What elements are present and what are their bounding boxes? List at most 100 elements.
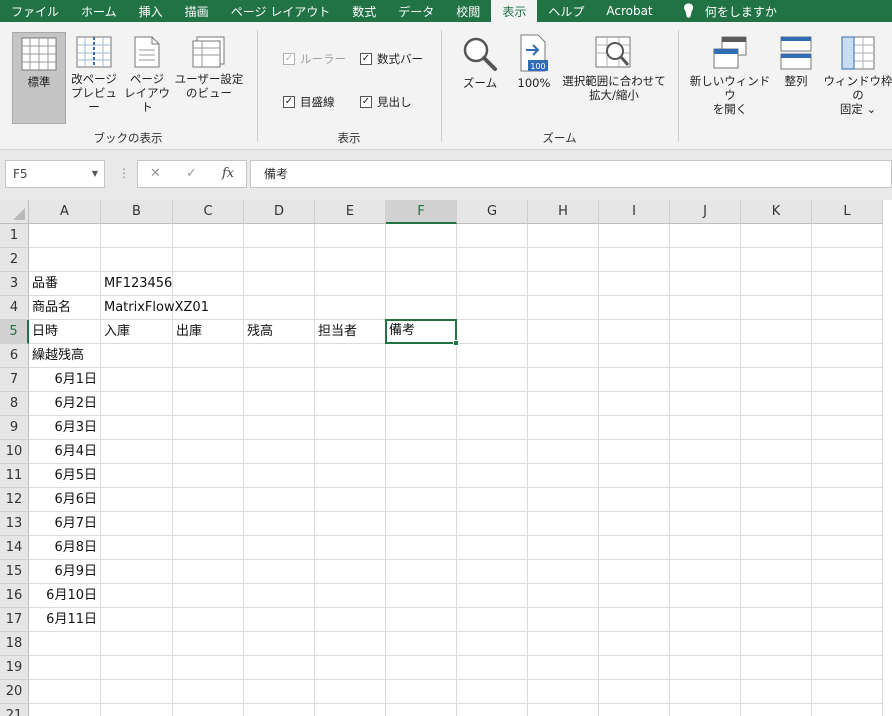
tab-3[interactable]: 描画 <box>174 0 220 22</box>
cell-G19[interactable] <box>457 656 528 680</box>
cell-G3[interactable] <box>457 272 528 296</box>
cell-G11[interactable] <box>457 464 528 488</box>
cell-F1[interactable] <box>386 224 457 248</box>
column-header-C[interactable]: C <box>173 200 244 224</box>
cell-B16[interactable] <box>101 584 173 608</box>
cell-L3[interactable] <box>812 272 883 296</box>
cell-K13[interactable] <box>741 512 812 536</box>
cell-L9[interactable] <box>812 416 883 440</box>
cell-I3[interactable] <box>599 272 670 296</box>
cell-D7[interactable] <box>244 368 315 392</box>
cell-H2[interactable] <box>528 248 599 272</box>
cell-H8[interactable] <box>528 392 599 416</box>
row-header-4[interactable]: 4 <box>0 296 29 320</box>
cell-B9[interactable] <box>101 416 173 440</box>
cell-A6[interactable]: 繰越残高 <box>29 344 101 368</box>
cell-E15[interactable] <box>315 560 386 584</box>
cell-F10[interactable] <box>386 440 457 464</box>
cell-G8[interactable] <box>457 392 528 416</box>
formula-bar-checkbox[interactable]: ✓ 数式バー <box>360 51 423 67</box>
cell-K15[interactable] <box>741 560 812 584</box>
cell-D2[interactable] <box>244 248 315 272</box>
cell-F18[interactable] <box>386 632 457 656</box>
page-layout-button[interactable]: ページ レイアウト <box>121 36 173 114</box>
row-header-18[interactable]: 18 <box>0 632 29 656</box>
cell-E19[interactable] <box>315 656 386 680</box>
tell-me-search[interactable]: 💡 何をしますか <box>670 0 788 22</box>
headings-checkbox[interactable]: ✓ 見出し <box>360 94 412 110</box>
name-box-dropdown-icon[interactable]: ▼ <box>92 161 98 187</box>
cell-H20[interactable] <box>528 680 599 704</box>
row-header-10[interactable]: 10 <box>0 440 29 464</box>
cell-K11[interactable] <box>741 464 812 488</box>
cell-H18[interactable] <box>528 632 599 656</box>
cell-I20[interactable] <box>599 680 670 704</box>
cell-F7[interactable] <box>386 368 457 392</box>
cell-C6[interactable] <box>173 344 244 368</box>
cell-E7[interactable] <box>315 368 386 392</box>
cell-J4[interactable] <box>670 296 741 320</box>
cell-F8[interactable] <box>386 392 457 416</box>
worksheet-grid[interactable]: A B C D E F G H I J K L 1 2 3 品番 MF123456 4 商品名 MatrixFlowX… <box>0 200 892 716</box>
cell-K19[interactable] <box>741 656 812 680</box>
row-header-7[interactable]: 7 <box>0 368 29 392</box>
cell-D11[interactable] <box>244 464 315 488</box>
cell-C14[interactable] <box>173 536 244 560</box>
tab-10[interactable]: Acrobat <box>595 0 663 22</box>
cell-I1[interactable] <box>599 224 670 248</box>
cell-D8[interactable] <box>244 392 315 416</box>
cell-K12[interactable] <box>741 488 812 512</box>
cell-H9[interactable] <box>528 416 599 440</box>
cell-L16[interactable] <box>812 584 883 608</box>
cell-J14[interactable] <box>670 536 741 560</box>
cell-I13[interactable] <box>599 512 670 536</box>
cell-H13[interactable] <box>528 512 599 536</box>
cell-A5[interactable]: 日時 <box>29 320 101 344</box>
cell-E9[interactable] <box>315 416 386 440</box>
cell-I21[interactable] <box>599 704 670 716</box>
cell-L18[interactable] <box>812 632 883 656</box>
cell-E1[interactable] <box>315 224 386 248</box>
cell-F4[interactable] <box>386 296 457 320</box>
row-header-14[interactable]: 14 <box>0 536 29 560</box>
cell-H17[interactable] <box>528 608 599 632</box>
cell-B20[interactable] <box>101 680 173 704</box>
tab-8[interactable]: 表示 <box>491 0 538 22</box>
cell-F21[interactable] <box>386 704 457 716</box>
cell-J16[interactable] <box>670 584 741 608</box>
cell-B17[interactable] <box>101 608 173 632</box>
cell-L2[interactable] <box>812 248 883 272</box>
row-header-3[interactable]: 3 <box>0 272 29 296</box>
cell-G2[interactable] <box>457 248 528 272</box>
cell-E12[interactable] <box>315 488 386 512</box>
cell-E16[interactable] <box>315 584 386 608</box>
cell-D13[interactable] <box>244 512 315 536</box>
cell-G5[interactable] <box>457 320 528 344</box>
cell-B18[interactable] <box>101 632 173 656</box>
cell-E20[interactable] <box>315 680 386 704</box>
cell-A8[interactable]: 6月2日 <box>29 392 101 416</box>
cell-J18[interactable] <box>670 632 741 656</box>
cell-B6[interactable] <box>101 344 173 368</box>
cell-J12[interactable] <box>670 488 741 512</box>
cell-D9[interactable] <box>244 416 315 440</box>
cell-H14[interactable] <box>528 536 599 560</box>
cell-F15[interactable] <box>386 560 457 584</box>
cell-H10[interactable] <box>528 440 599 464</box>
cell-H1[interactable] <box>528 224 599 248</box>
cell-H15[interactable] <box>528 560 599 584</box>
cell-G20[interactable] <box>457 680 528 704</box>
cell-D21[interactable] <box>244 704 315 716</box>
cell-F3[interactable] <box>386 272 457 296</box>
cell-K10[interactable] <box>741 440 812 464</box>
row-header-6[interactable]: 6 <box>0 344 29 368</box>
row-header-8[interactable]: 8 <box>0 392 29 416</box>
arrange-all-button[interactable]: 整列 <box>776 36 816 88</box>
cell-C9[interactable] <box>173 416 244 440</box>
cell-B14[interactable] <box>101 536 173 560</box>
cell-A7[interactable]: 6月1日 <box>29 368 101 392</box>
zoom-button[interactable]: ズーム <box>456 36 504 90</box>
cell-H6[interactable] <box>528 344 599 368</box>
cell-F20[interactable] <box>386 680 457 704</box>
cell-B8[interactable] <box>101 392 173 416</box>
